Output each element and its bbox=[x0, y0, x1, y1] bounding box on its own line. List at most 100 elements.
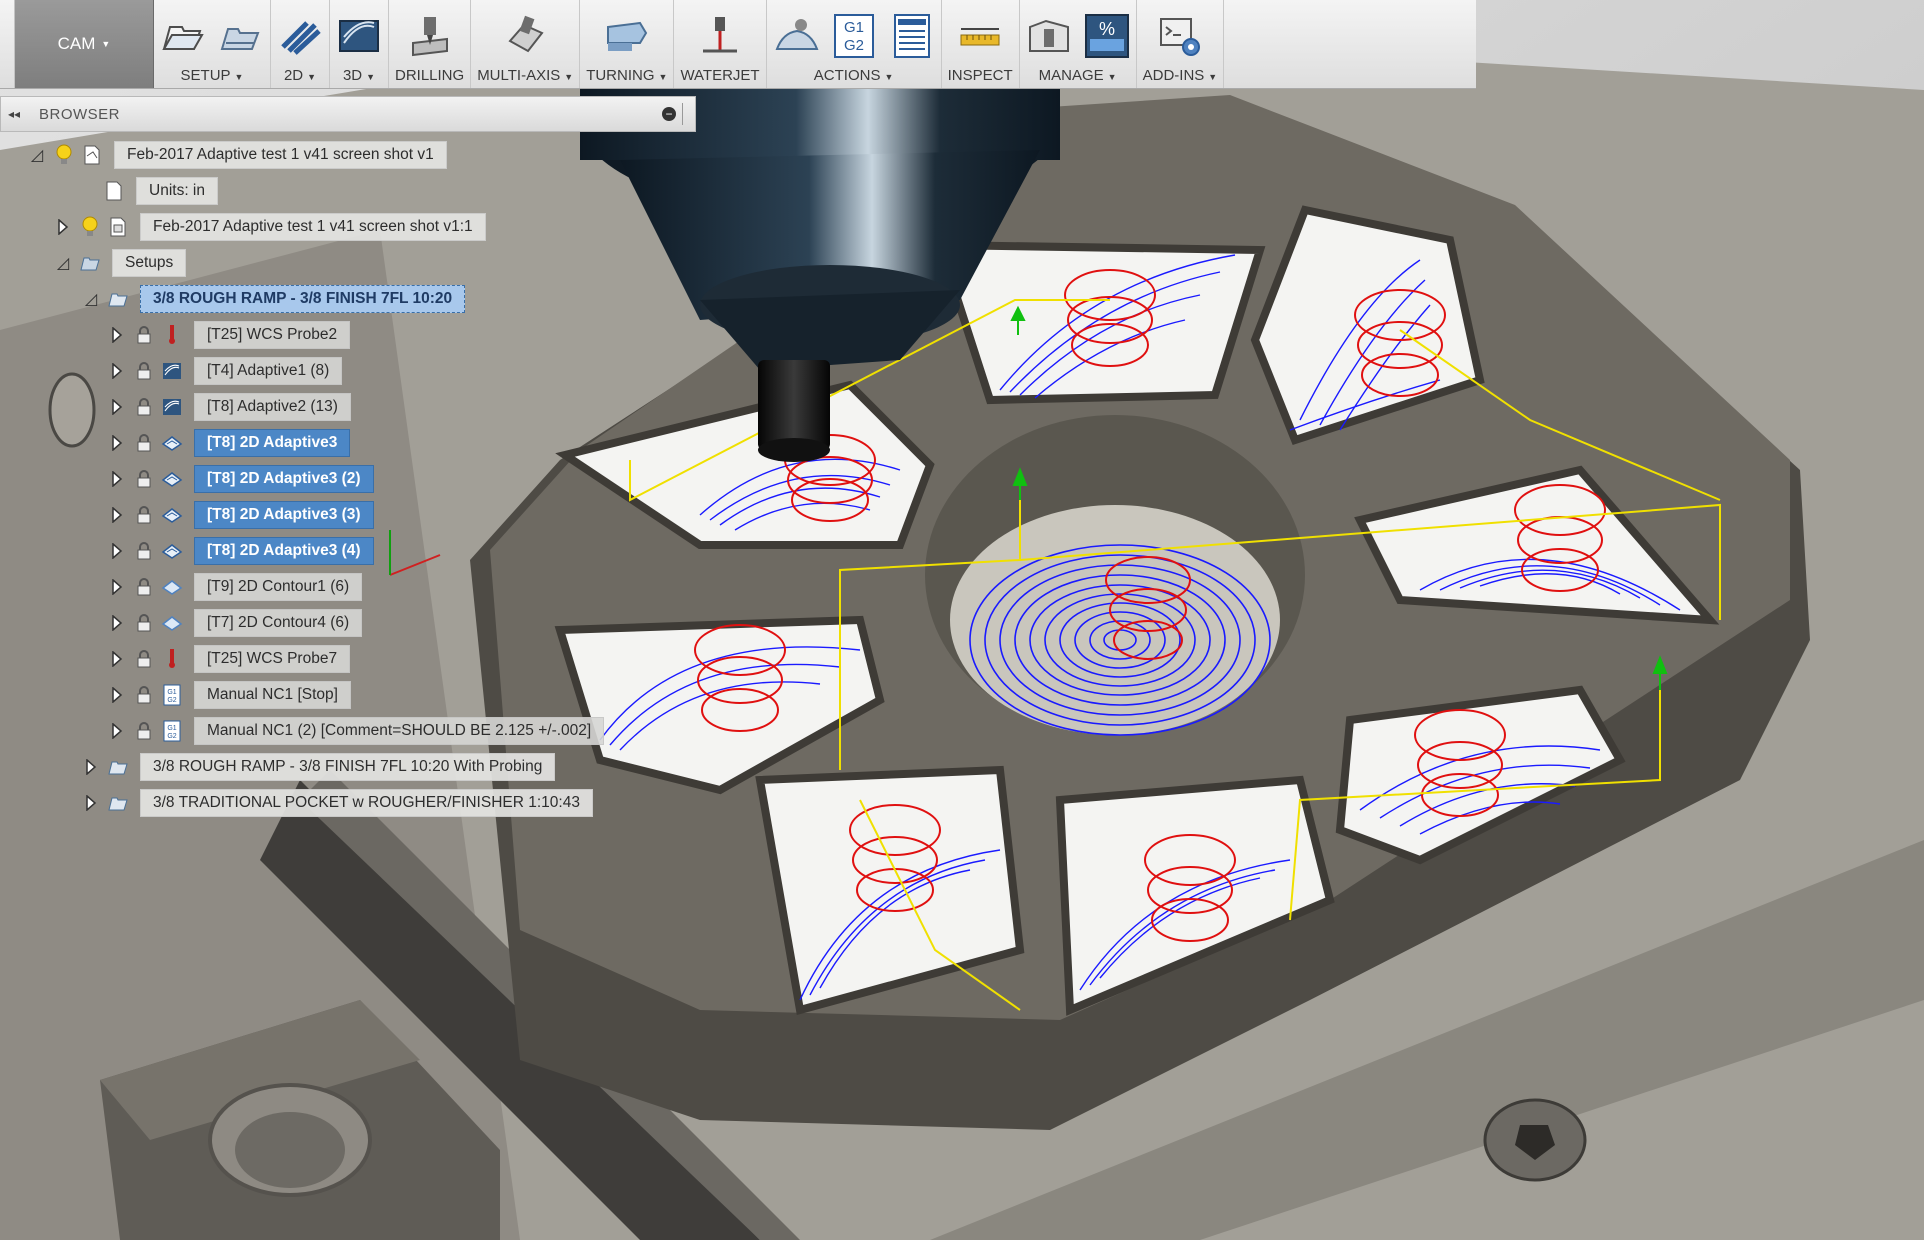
visibility-bulb-icon[interactable] bbox=[78, 215, 102, 239]
pin-handle[interactable] bbox=[682, 103, 689, 125]
toolbar-group-manage[interactable]: % MANAGE ▼ bbox=[1020, 0, 1137, 88]
browser-node[interactable]: 3/8 TRADITIONAL POCKET w ROUGHER/FINISHE… bbox=[82, 788, 593, 818]
probe-icon bbox=[160, 323, 184, 347]
browser-node-label: Feb-2017 Adaptive test 1 v41 screen shot… bbox=[140, 213, 486, 241]
browser-node[interactable]: ◿ Feb-2017 Adaptive test 1 v41 screen sho… bbox=[28, 140, 447, 170]
expand-triangle-icon[interactable] bbox=[108, 434, 126, 452]
waterjet-icon[interactable] bbox=[697, 13, 743, 59]
browser-node[interactable]: G1 G2 Manual NC1 (2) [Comment=SHOULD BE 2.… bbox=[108, 716, 605, 746]
simulate-icon[interactable] bbox=[773, 13, 819, 59]
adaptive-icon bbox=[160, 359, 184, 383]
expand-triangle-icon[interactable] bbox=[108, 326, 126, 344]
lock-icon[interactable] bbox=[132, 467, 156, 491]
browser-node[interactable]: [T8] 2D Adaptive3 bbox=[108, 428, 351, 458]
setups-folder-icon bbox=[78, 251, 102, 275]
lock-icon[interactable] bbox=[132, 431, 156, 455]
post-process-icon[interactable]: G1 G2 bbox=[831, 13, 877, 59]
lock-icon[interactable] bbox=[132, 683, 156, 707]
manual-nc-icon: G1 G2 bbox=[160, 719, 184, 743]
chevron-down-icon: ▼ bbox=[234, 72, 244, 82]
expand-triangle-icon[interactable] bbox=[82, 794, 100, 812]
browser-node[interactable]: [T8] 2D Adaptive3 (3) bbox=[108, 500, 374, 530]
lock-icon[interactable] bbox=[132, 647, 156, 671]
probe-icon bbox=[160, 647, 184, 671]
browser-node[interactable]: Units: in bbox=[78, 176, 218, 206]
browser-node[interactable]: 3/8 ROUGH RAMP - 3/8 FINISH 7FL 10:20 Wi… bbox=[82, 752, 556, 782]
minimize-icon[interactable]: − bbox=[662, 107, 676, 121]
browser-node[interactable]: [T9] 2D Contour1 (6) bbox=[108, 572, 363, 602]
expand-triangle-icon[interactable] bbox=[82, 758, 100, 776]
expand-triangle-icon[interactable] bbox=[108, 506, 126, 524]
toolbar-grip[interactable] bbox=[0, 0, 15, 88]
2d-adaptive-icon bbox=[160, 467, 184, 491]
toolbar-group-drilling[interactable]: DRILLING bbox=[389, 0, 472, 88]
tool-library-icon[interactable] bbox=[1026, 13, 1072, 59]
lock-icon[interactable] bbox=[132, 359, 156, 383]
collapse-panel-icon[interactable]: ◂◂ bbox=[1, 107, 27, 121]
3d-adaptive-icon[interactable] bbox=[336, 13, 382, 59]
browser-node-label: Setups bbox=[112, 249, 187, 277]
setup-sheet-icon[interactable] bbox=[889, 13, 935, 59]
lock-icon[interactable] bbox=[132, 575, 156, 599]
expand-triangle-icon[interactable] bbox=[108, 578, 126, 596]
browser-node[interactable]: [T25] WCS Probe7 bbox=[108, 644, 351, 674]
lock-icon[interactable] bbox=[132, 719, 156, 743]
toolbar-group-actions[interactable]: G1 G2 ACTIONS ▼ bbox=[767, 0, 942, 88]
toolbar-group-waterjet[interactable]: WATERJET bbox=[674, 0, 767, 88]
expand-triangle-icon[interactable] bbox=[108, 686, 126, 704]
toolbar-group-add-ins[interactable]: ADD-INS ▼ bbox=[1137, 0, 1225, 88]
browser-node[interactable]: ◿ 3/8 ROUGH RAMP - 3/8 FINISH 7FL 10:20 bbox=[82, 284, 466, 314]
browser-node-label: [T8] 2D Adaptive3 bbox=[194, 429, 351, 457]
feed-speed-icon[interactable]: % bbox=[1084, 13, 1130, 59]
browser-node[interactable]: [T25] WCS Probe2 bbox=[108, 320, 351, 350]
browser-node-label: [T25] WCS Probe7 bbox=[194, 645, 351, 673]
browser-node[interactable]: Feb-2017 Adaptive test 1 v41 screen shot… bbox=[54, 212, 486, 242]
toolbar-group-3d[interactable]: 3D ▼ bbox=[330, 0, 389, 88]
expand-triangle-icon[interactable] bbox=[108, 398, 126, 416]
browser-node[interactable]: [T7] 2D Contour4 (6) bbox=[108, 608, 363, 638]
multi-axis-icon[interactable] bbox=[502, 13, 548, 59]
expand-triangle-icon[interactable] bbox=[108, 722, 126, 740]
scripts-addins-icon[interactable] bbox=[1157, 13, 1203, 59]
new-setup-icon[interactable] bbox=[160, 13, 206, 59]
expand-triangle-icon[interactable] bbox=[108, 614, 126, 632]
setup-folder-icon[interactable] bbox=[218, 13, 264, 59]
group-label-turning: TURNING bbox=[586, 67, 655, 84]
toolbar-group-inspect[interactable]: INSPECT bbox=[942, 0, 1020, 88]
collapse-triangle-icon[interactable]: ◿ bbox=[54, 254, 72, 272]
browser-node-label: [T8] Adaptive2 (13) bbox=[194, 393, 351, 421]
browser-node[interactable]: [T4] Adaptive1 (8) bbox=[108, 356, 343, 386]
drill-icon[interactable] bbox=[407, 13, 453, 59]
chevron-down-icon: ▼ bbox=[307, 72, 317, 82]
lock-icon[interactable] bbox=[132, 323, 156, 347]
expand-triangle-icon[interactable] bbox=[108, 470, 126, 488]
expand-triangle-icon[interactable] bbox=[54, 218, 72, 236]
chevron-down-icon: ▼ bbox=[366, 72, 376, 82]
toolbar-group-multi-axis[interactable]: MULTI-AXIS ▼ bbox=[471, 0, 581, 88]
visibility-bulb-icon[interactable] bbox=[52, 143, 76, 167]
browser-node[interactable]: G1 G2 Manual NC1 [Stop] bbox=[108, 680, 351, 710]
2d-adaptive-icon bbox=[160, 539, 184, 563]
toolbar-group-setup[interactable]: SETUP ▼ bbox=[154, 0, 271, 88]
workspace-switcher[interactable]: CAM ▼ bbox=[15, 0, 154, 88]
browser-node[interactable]: ◿ Setups bbox=[54, 248, 187, 278]
expand-triangle-icon[interactable] bbox=[108, 542, 126, 560]
lock-icon[interactable] bbox=[132, 395, 156, 419]
lock-icon[interactable] bbox=[132, 611, 156, 635]
browser-node[interactable]: [T8] Adaptive2 (13) bbox=[108, 392, 351, 422]
expand-triangle-icon[interactable] bbox=[108, 362, 126, 380]
measure-icon[interactable] bbox=[957, 13, 1003, 59]
lock-icon[interactable] bbox=[132, 539, 156, 563]
browser-node[interactable]: [T8] 2D Adaptive3 (4) bbox=[108, 536, 374, 566]
group-label-actions: ACTIONS bbox=[813, 67, 881, 84]
collapse-triangle-icon[interactable]: ◿ bbox=[28, 146, 46, 164]
toolbar-group-turning[interactable]: TURNING ▼ bbox=[580, 0, 675, 88]
expand-triangle-icon[interactable] bbox=[108, 650, 126, 668]
2d-contour-icon bbox=[160, 575, 184, 599]
collapse-triangle-icon[interactable]: ◿ bbox=[82, 290, 100, 308]
lock-icon[interactable] bbox=[132, 503, 156, 527]
toolbar-group-2d[interactable]: 2D ▼ bbox=[271, 0, 330, 88]
browser-node[interactable]: [T8] 2D Adaptive3 (2) bbox=[108, 464, 374, 494]
turning-icon[interactable] bbox=[604, 13, 650, 59]
2d-adaptive-icon[interactable] bbox=[277, 13, 323, 59]
